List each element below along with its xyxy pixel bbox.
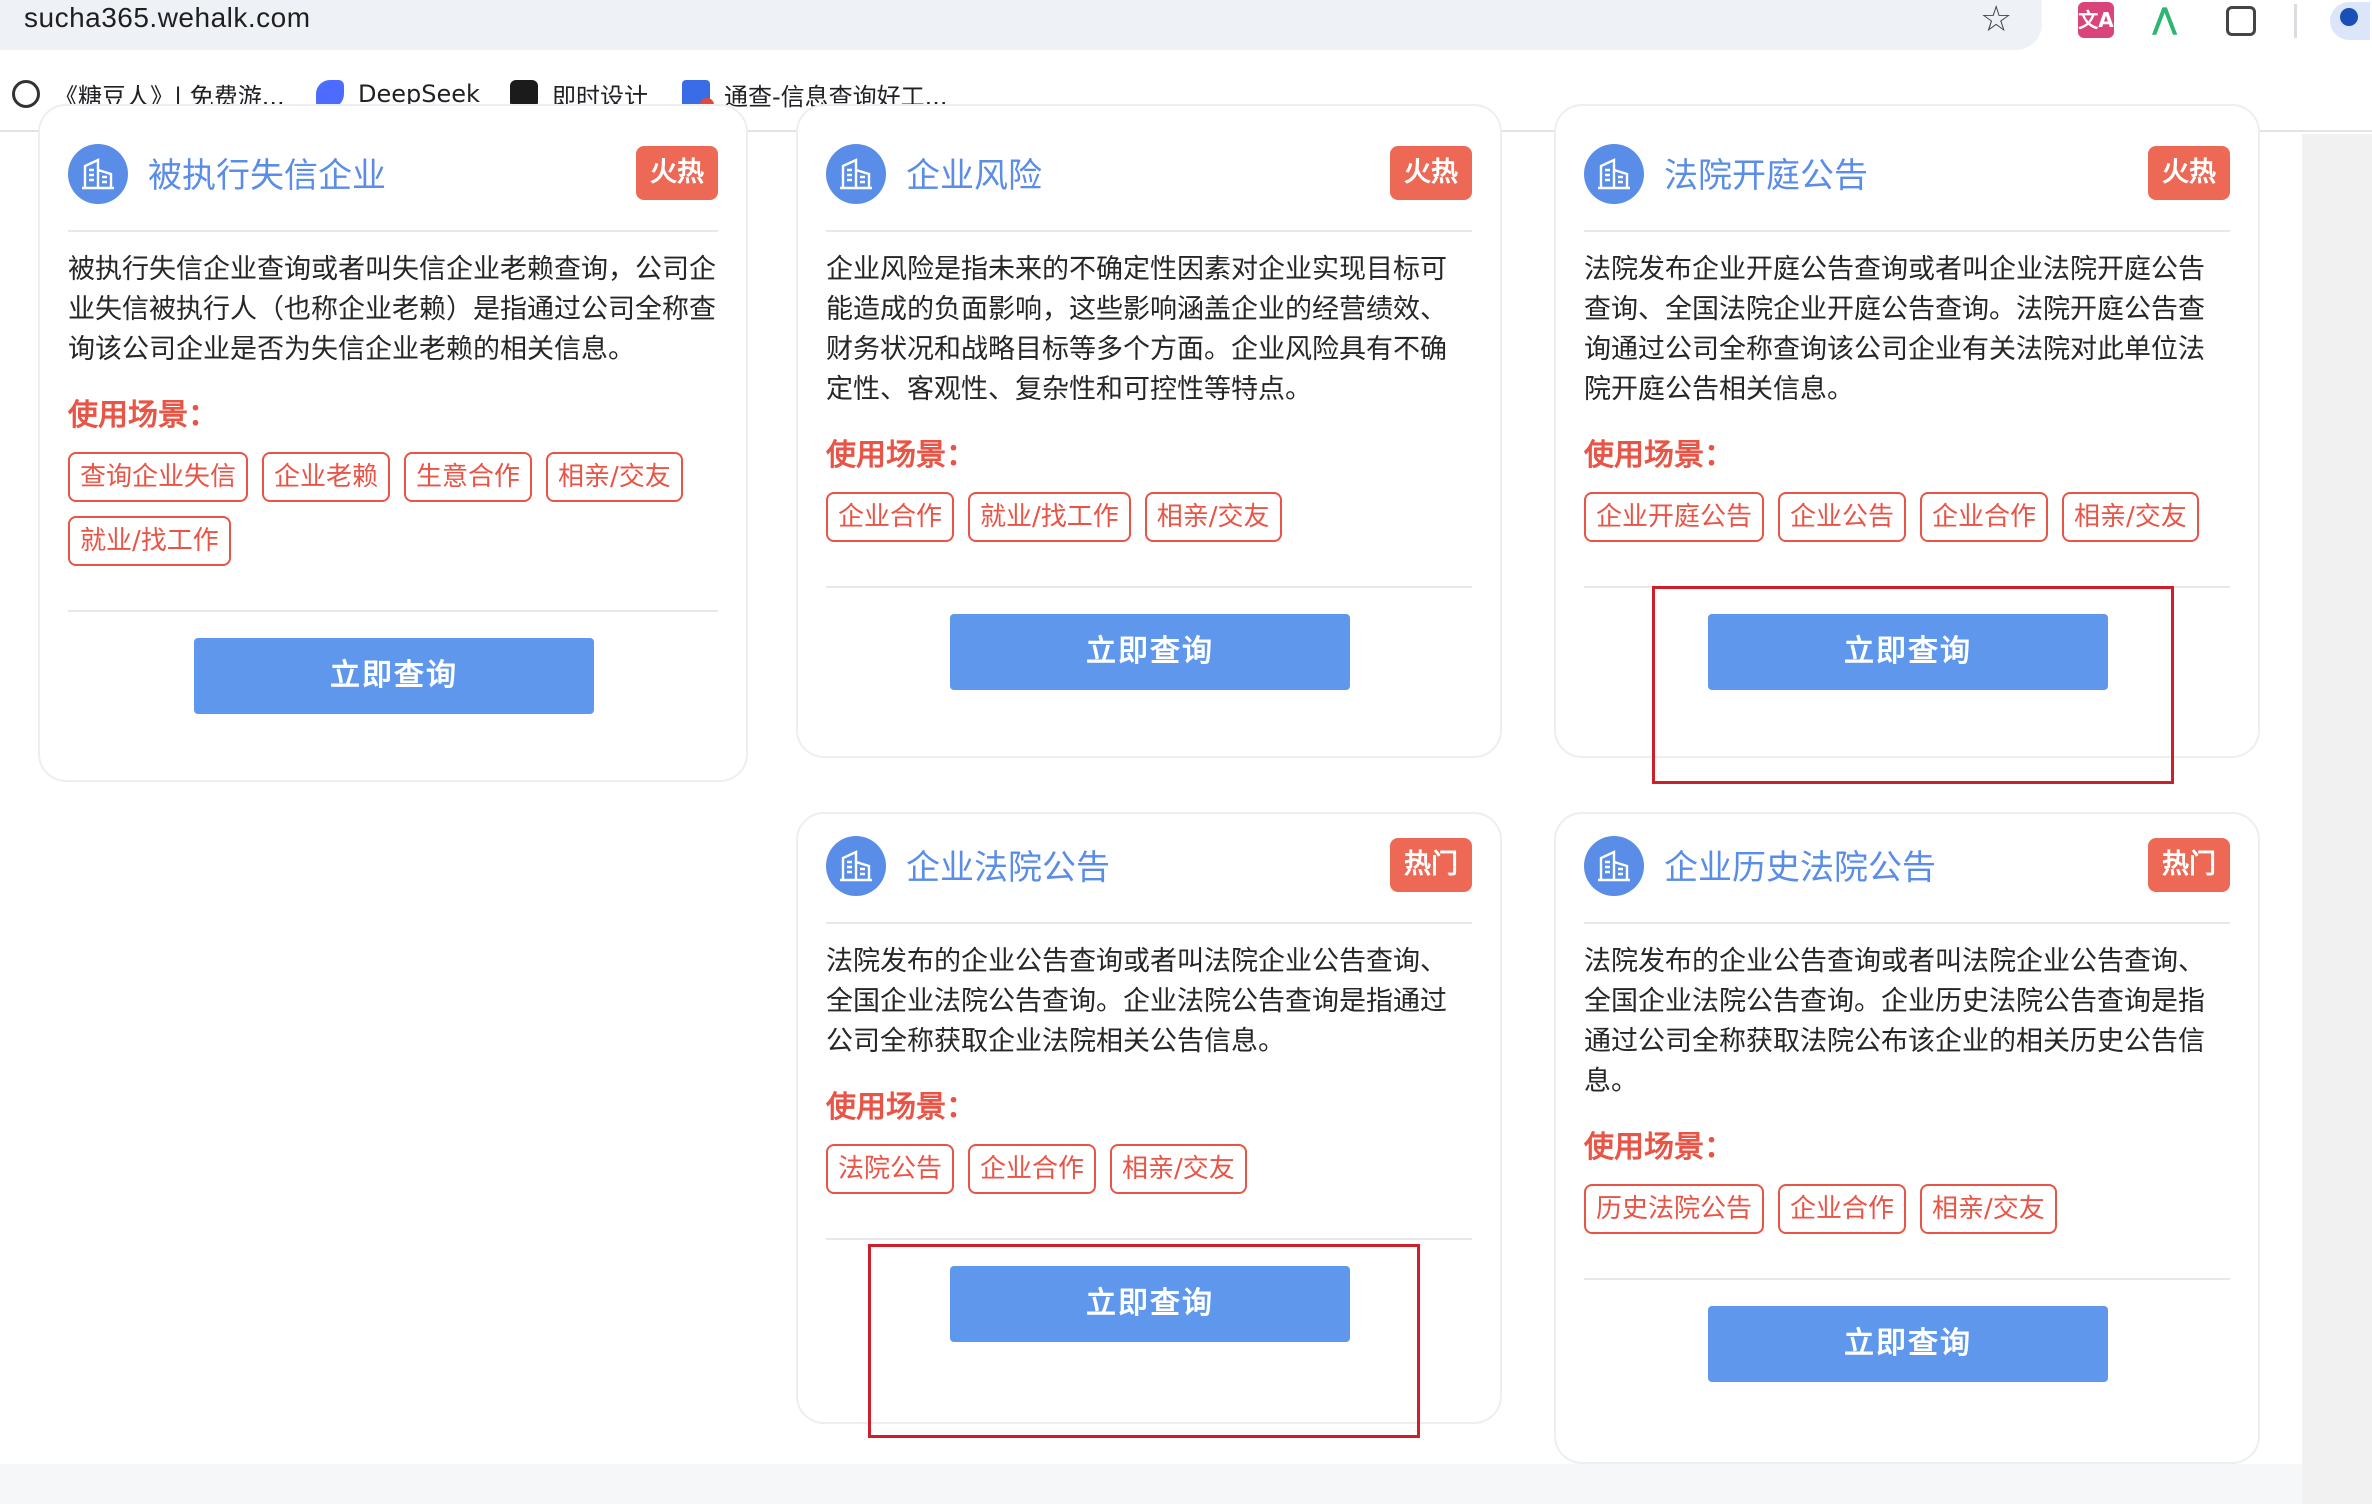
scene-tag[interactable]: 就业/找工作 bbox=[68, 516, 231, 566]
scene-tag[interactable]: 相亲/交友 bbox=[1144, 492, 1282, 542]
card-title: 企业风险 bbox=[906, 156, 1042, 196]
usage-scene-label: 使用场景： bbox=[1584, 438, 1734, 473]
usage-scene-label: 使用场景： bbox=[1584, 1130, 1734, 1165]
hot-badge: 火热 bbox=[2148, 146, 2230, 200]
scene-tag[interactable]: 企业开庭公告 bbox=[1584, 492, 1765, 542]
scene-tag[interactable]: 法院公告 bbox=[826, 1144, 955, 1194]
usage-scene-label: 使用场景： bbox=[826, 438, 976, 473]
card-title: 企业法院公告 bbox=[906, 848, 1110, 888]
card-description: 法院发布企业开庭公告查询或者叫企业法院开庭公告查询、全国法院企业开庭公告查询。法… bbox=[1584, 254, 2205, 405]
service-card: 被执行失信企业 火热 被执行失信企业查询或者叫失信企业老赖查询，公司企业失信被执… bbox=[38, 104, 748, 782]
browser-window: sucha365.wehalk.com ☆ 文A ⋀ 《糖豆人》| 免费游...… bbox=[0, 0, 2372, 1504]
card-divider bbox=[826, 586, 1472, 588]
hot-badge: 火热 bbox=[1390, 146, 1472, 200]
address-bar[interactable]: sucha365.wehalk.com ☆ bbox=[0, 0, 2042, 50]
building-icon bbox=[826, 836, 886, 896]
scene-tag[interactable]: 就业/找工作 bbox=[968, 492, 1131, 542]
card-header: 被执行失信企业 火热 bbox=[68, 132, 718, 232]
highlight-box bbox=[1652, 586, 2174, 784]
card-divider bbox=[1584, 1278, 2230, 1280]
card-description: 法院发布的企业公告查询或者叫法院企业公告查询、全国企业法院公告查询。企业历史法院… bbox=[1584, 946, 2205, 1097]
card-description: 企业风险是指未来的不确定性因素对企业实现目标可能造成的负面影响，这些影响涵盖企业… bbox=[826, 254, 1447, 405]
page-bottom-area bbox=[0, 1464, 2302, 1504]
usage-scene-label: 使用场景： bbox=[826, 1090, 976, 1125]
scene-tag[interactable]: 企业公告 bbox=[1778, 492, 1907, 542]
query-now-button[interactable]: 立即查询 bbox=[194, 638, 594, 714]
face-icon bbox=[12, 80, 40, 108]
extensions-puzzle-icon[interactable] bbox=[2226, 6, 2256, 36]
scene-tag[interactable]: 相亲/交友 bbox=[546, 452, 683, 502]
card-header: 企业法院公告 热门 bbox=[826, 824, 1472, 924]
scene-tag[interactable]: 企业合作 bbox=[1778, 1184, 1907, 1234]
card-title: 企业历史法院公告 bbox=[1664, 848, 1936, 888]
scene-tag[interactable]: 历史法院公告 bbox=[1584, 1184, 1765, 1234]
service-card: 企业历史法院公告 热门 法院发布的企业公告查询或者叫法院企业公告查询、全国企业法… bbox=[1554, 812, 2260, 1464]
scene-tag[interactable]: 企业合作 bbox=[968, 1144, 1097, 1194]
card-header: 法院开庭公告 火热 bbox=[1584, 132, 2230, 232]
scene-tag[interactable]: 查询企业失信 bbox=[68, 452, 249, 502]
card-header: 企业历史法院公告 热门 bbox=[1584, 824, 2230, 924]
card-description: 法院发布的企业公告查询或者叫法院企业公告查询、全国企业法院公告查询。企业法院公告… bbox=[826, 946, 1447, 1057]
card-title: 被执行失信企业 bbox=[148, 156, 386, 196]
hot-badge: 火热 bbox=[636, 146, 718, 200]
card-divider bbox=[826, 1238, 1472, 1240]
bookmark-star-icon[interactable]: ☆ bbox=[1980, 0, 2012, 40]
card-title: 法院开庭公告 bbox=[1664, 156, 1868, 196]
scrollbar-track[interactable] bbox=[2302, 134, 2372, 1504]
tag-list: 查询企业失信 企业老赖 生意合作 相亲/交友 就业/找工作 bbox=[68, 452, 718, 566]
scene-tag[interactable]: 企业老赖 bbox=[262, 452, 391, 502]
usage-scene-label: 使用场景： bbox=[68, 398, 218, 433]
highlight-box bbox=[868, 1244, 1420, 1438]
profile-avatar-icon[interactable] bbox=[2330, 2, 2370, 40]
address-bar-area: sucha365.wehalk.com ☆ 文A ⋀ bbox=[0, 0, 2372, 52]
green-extension-icon[interactable]: ⋀ bbox=[2152, 2, 2188, 38]
query-now-button[interactable]: 立即查询 bbox=[1708, 1306, 2108, 1382]
scene-tag[interactable]: 相亲/交友 bbox=[1110, 1144, 1247, 1194]
building-icon bbox=[1584, 836, 1644, 896]
url-text[interactable]: sucha365.wehalk.com bbox=[24, 2, 311, 34]
query-now-button[interactable]: 立即查询 bbox=[950, 614, 1350, 690]
tag-list: 企业开庭公告 企业公告 企业合作 相亲/交友 bbox=[1584, 492, 2230, 542]
popular-badge: 热门 bbox=[2148, 838, 2230, 892]
building-icon bbox=[1584, 144, 1644, 204]
tag-list: 历史法院公告 企业合作 相亲/交友 bbox=[1584, 1184, 2230, 1234]
scene-tag[interactable]: 生意合作 bbox=[404, 452, 533, 502]
scene-tag[interactable]: 企业合作 bbox=[1920, 492, 2049, 542]
scene-tag[interactable]: 企业合作 bbox=[826, 492, 955, 542]
card-divider bbox=[68, 610, 718, 612]
toolbar-divider bbox=[2294, 4, 2297, 38]
scene-tag[interactable]: 相亲/交友 bbox=[1920, 1184, 2057, 1234]
card-header: 企业风险 火热 bbox=[826, 132, 1472, 232]
tag-list: 企业合作 就业/找工作 相亲/交友 bbox=[826, 492, 1472, 542]
popular-badge: 热门 bbox=[1390, 838, 1472, 892]
card-description: 被执行失信企业查询或者叫失信企业老赖查询，公司企业失信被执行人（也称企业老赖）是… bbox=[68, 254, 716, 365]
building-icon bbox=[826, 144, 886, 204]
page-content: 被执行失信企业 火热 被执行失信企业查询或者叫失信企业老赖查询，公司企业失信被执… bbox=[0, 104, 2302, 1504]
service-card: 企业风险 火热 企业风险是指未来的不确定性因素对企业实现目标可能造成的负面影响，… bbox=[796, 104, 1502, 758]
scene-tag[interactable]: 相亲/交友 bbox=[2062, 492, 2199, 542]
tag-list: 法院公告 企业合作 相亲/交友 bbox=[826, 1144, 1472, 1194]
building-icon bbox=[68, 144, 128, 204]
translate-extension-icon[interactable]: 文A bbox=[2078, 2, 2114, 38]
